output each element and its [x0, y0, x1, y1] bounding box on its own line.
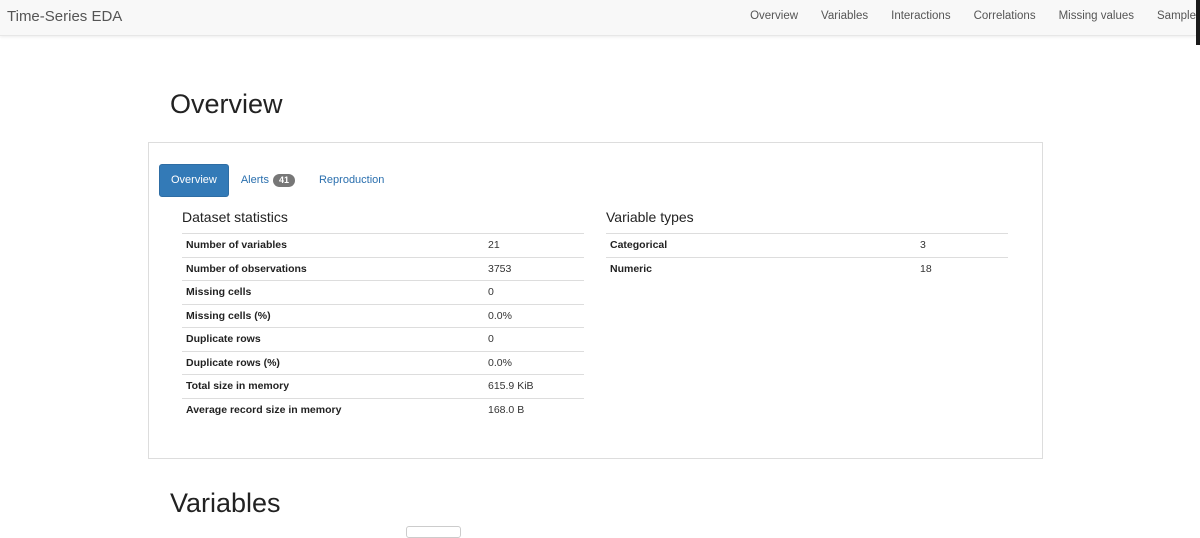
type-label: Categorical — [606, 233, 916, 257]
stat-label: Average record size in memory — [182, 397, 484, 421]
table-row: Number of variables 21 — [182, 233, 584, 257]
tab-alerts-label: Alerts — [240, 174, 269, 186]
stat-value: 0.0% — [484, 303, 584, 328]
stat-label: Missing cells — [182, 280, 484, 304]
table-row: Categorical 3 — [606, 233, 1008, 257]
stat-value: 0.0% — [484, 350, 584, 375]
dataset-statistics-table: Number of variables 21 Number of observa… — [182, 233, 584, 421]
nav-link-overview[interactable]: Overview — [739, 0, 810, 35]
type-value: 18 — [916, 256, 1008, 280]
nav-link-sample[interactable]: Sample — [1146, 0, 1196, 35]
table-row: Duplicate rows (%) 0.0% — [182, 350, 584, 375]
overview-panel: Overview Alerts 41 Reproduction Dataset … — [148, 142, 1043, 459]
stat-label: Number of variables — [182, 233, 484, 257]
stat-value: 615.9 KiB — [484, 374, 584, 398]
variables-heading: Variables — [170, 488, 281, 518]
table-row: Missing cells 0 — [182, 280, 584, 304]
stat-value: 168.0 B — [484, 397, 584, 421]
tab-alerts[interactable]: Alerts 41 — [229, 165, 307, 196]
nav-link-variables[interactable]: Variables — [810, 0, 880, 35]
stat-value: 0 — [484, 327, 584, 351]
stat-label: Missing cells (%) — [182, 303, 484, 328]
variable-types-table: Categorical 3 Numeric 18 — [606, 233, 1008, 280]
overview-tabs: Overview Alerts 41 Reproduction — [159, 164, 396, 197]
tab-reproduction[interactable]: Reproduction — [307, 165, 396, 196]
stat-value: 0 — [484, 280, 584, 304]
variable-types-title: Variable types — [606, 209, 694, 225]
tab-reproduction-label: Reproduction — [318, 174, 385, 186]
overview-heading: Overview — [170, 89, 283, 119]
stat-label: Duplicate rows (%) — [182, 350, 484, 375]
dataset-statistics-title: Dataset statistics — [182, 209, 288, 225]
table-row: Average record size in memory 168.0 B — [182, 397, 584, 421]
stat-label: Total size in memory — [182, 374, 484, 398]
stat-value: 21 — [484, 233, 584, 257]
table-row: Duplicate rows 0 — [182, 327, 584, 351]
brand-title[interactable]: Time-Series EDA — [7, 8, 122, 25]
table-row: Total size in memory 615.9 KiB — [182, 374, 584, 398]
nav-link-correlations[interactable]: Correlations — [962, 0, 1047, 35]
variable-select-dropdown[interactable] — [406, 526, 461, 538]
tab-overview[interactable]: Overview — [159, 164, 229, 197]
type-label: Numeric — [606, 256, 916, 280]
table-row: Missing cells (%) 0.0% — [182, 303, 584, 328]
nav-link-interactions[interactable]: Interactions — [880, 0, 962, 35]
nav-link-missing-values[interactable]: Missing values — [1047, 0, 1145, 35]
stat-value: 3753 — [484, 256, 584, 281]
table-row: Numeric 18 — [606, 256, 1008, 280]
alerts-count-badge: 41 — [272, 174, 295, 187]
top-navbar: Time-Series EDA Overview Variables Inter… — [0, 0, 1196, 36]
nav-links: Overview Variables Interactions Correlat… — [739, 0, 1196, 35]
window-edge — [1196, 0, 1200, 45]
tab-overview-label: Overview — [171, 174, 217, 186]
stat-label: Duplicate rows — [182, 327, 484, 351]
stat-label: Number of observations — [182, 256, 484, 281]
table-row: Number of observations 3753 — [182, 256, 584, 281]
type-value: 3 — [916, 233, 1008, 257]
